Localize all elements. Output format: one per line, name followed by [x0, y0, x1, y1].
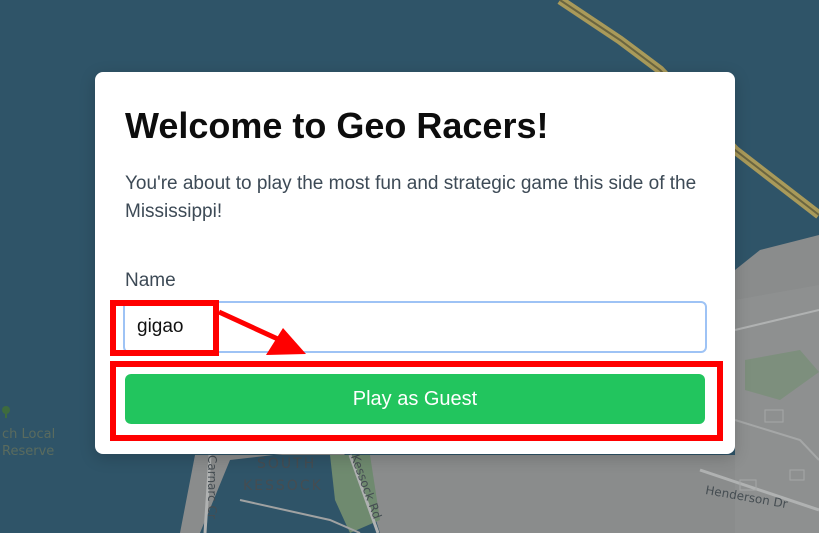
modal-description: You're about to play the most fun and st…	[125, 173, 697, 222]
map-label-south: SOUTH	[257, 456, 317, 472]
map-label-reserve: Reserve	[2, 444, 55, 459]
modal-title: Welcome to Geo Racers!	[125, 105, 549, 146]
annotation-box-button	[110, 361, 723, 441]
map-label-local: ch Local	[2, 427, 56, 442]
map-label-carnarc-cr: Carnarc Cr	[205, 455, 219, 519]
map-label-kessock: KESSOCK	[243, 478, 323, 494]
name-label: Name	[125, 270, 176, 291]
annotation-box-name	[110, 300, 219, 356]
